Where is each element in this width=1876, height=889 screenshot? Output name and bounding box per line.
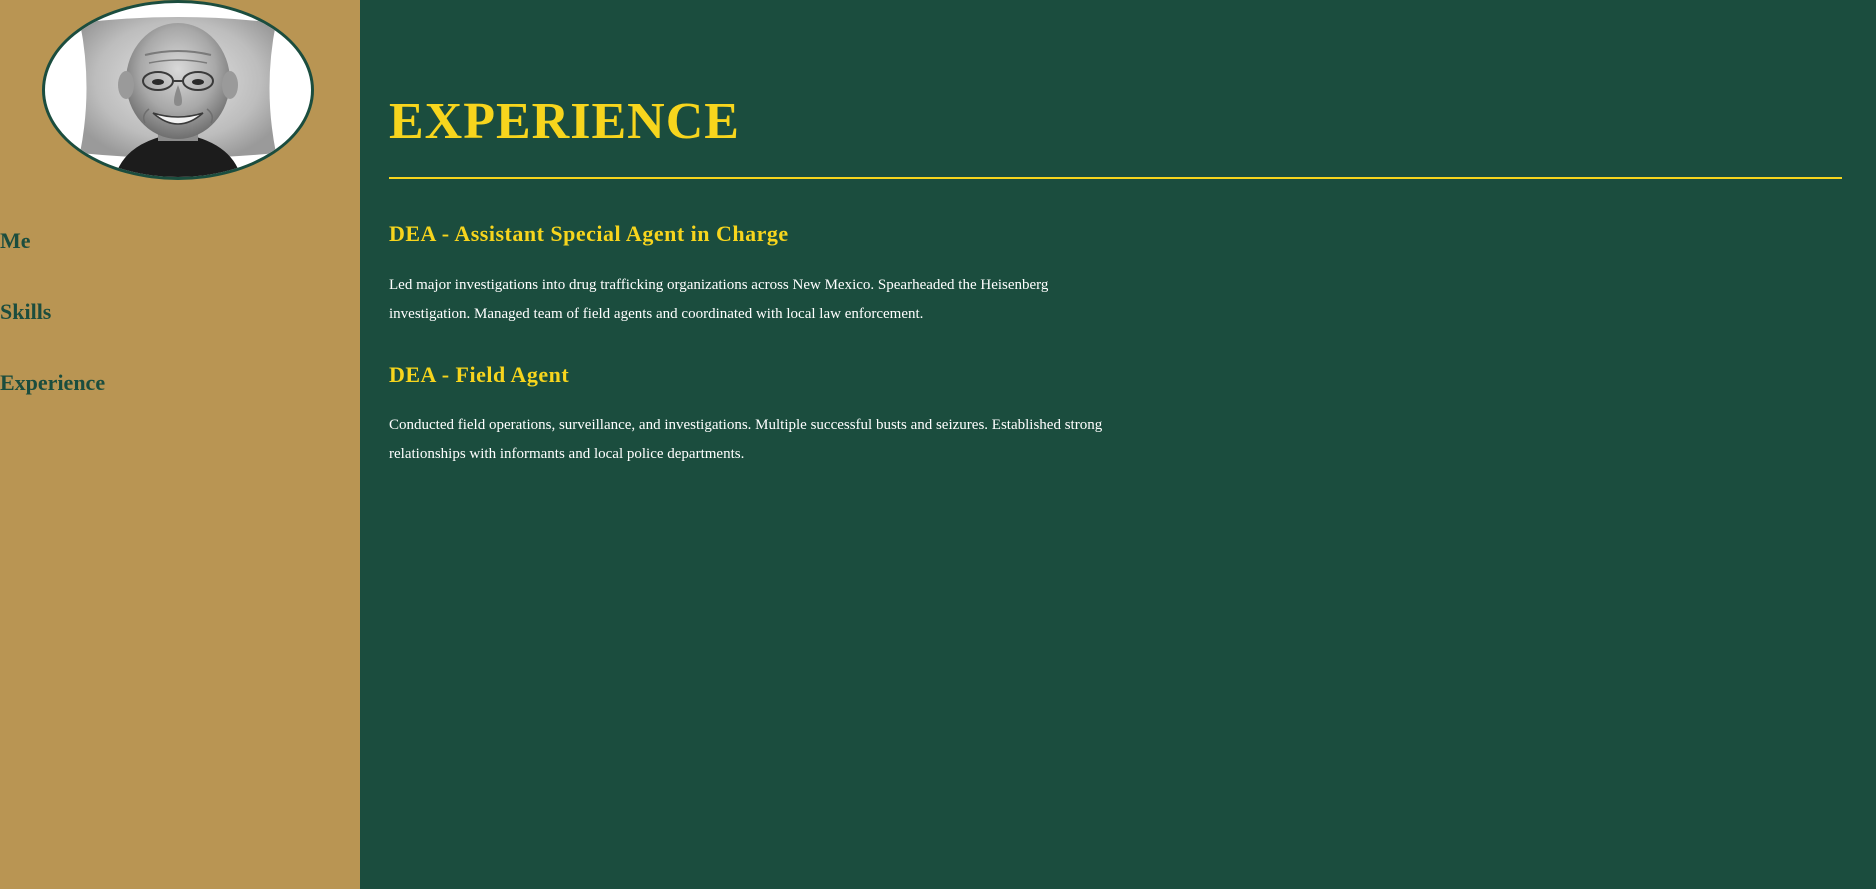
- page-title: EXPERIENCE: [389, 93, 740, 150]
- title-divider: [389, 177, 1842, 179]
- profile-photo: [80, 17, 276, 177]
- job-title: DEA - Assistant Special Agent in Charge: [389, 221, 789, 246]
- nav-item-experience[interactable]: Experience: [0, 370, 105, 396]
- main-content: EXPERIENCE DEA - Assistant Special Agent…: [360, 0, 1876, 889]
- job-description: Led major investigations into drug traff…: [389, 277, 1049, 322]
- sidebar: Me Skills Experience: [0, 0, 360, 889]
- job-title: DEA - Field Agent: [389, 362, 570, 387]
- avatar: [42, 0, 314, 180]
- nav-item-skills[interactable]: Skills: [0, 299, 51, 325]
- job-description: Conducted field operations, surveillance…: [389, 417, 1103, 462]
- nav-item-me[interactable]: Me: [0, 228, 31, 254]
